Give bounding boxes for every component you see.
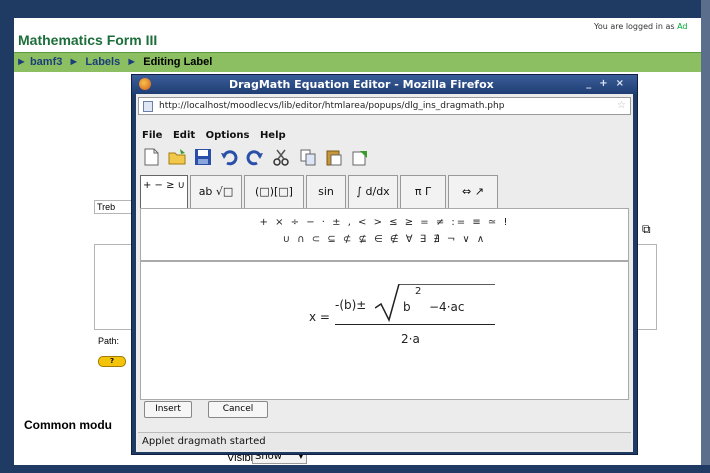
desktop-frame-right [701,0,710,473]
tab-greek[interactable]: π Γ [400,175,446,209]
equation-lhs: x = [309,310,330,324]
screen: You are logged in as Ad Mathematics Form… [0,0,710,473]
editor-area-right[interactable] [637,244,657,330]
course-title: Mathematics Form III [18,32,158,48]
tab-fractions[interactable]: ab √□ [190,175,242,209]
symbol-palette: + × ÷ − · ± , < > ≤ ≥ = ≠ := ≡ ≃ ! ∪ ∩ ⊂… [140,208,629,261]
help-badge-label: ? [109,357,115,365]
popup-title: DragMath Equation Editor - Mozilla Firef… [229,78,494,91]
popup-titlebar[interactable]: DragMath Equation Editor - Mozilla Firef… [132,75,637,94]
path-label: Path: [98,336,120,346]
export-icon[interactable] [351,148,369,166]
equation-radicand-rest: −4·ac [429,300,465,314]
redo-icon[interactable] [246,148,264,166]
desktop-frame-top [0,0,710,18]
fullscreen-icon[interactable]: ⧉ [642,222,651,237]
url-text: http://localhost/moodlecvs/lib/editor/ht… [159,101,505,111]
menu-edit[interactable]: Edit [173,130,195,141]
palette-row-operators[interactable]: + × ÷ − · ± , < > ≤ ≥ = ≠ := ≡ ≃ ! [141,217,628,228]
insert-button[interactable]: Insert [144,401,192,418]
tab-brackets[interactable]: (□)[□] [244,175,304,209]
desktop-frame-bottom [0,465,710,473]
menu-file[interactable]: File [142,130,162,141]
tab-label: sin [318,185,334,198]
user-link[interactable]: Ad [677,22,687,31]
breadcrumb-separator: ► [126,56,138,68]
breadcrumb: ► bamf3 ► Labels ► Editing Label [14,52,701,72]
status-bar: Applet dragmath started [138,432,631,450]
popup-content: http://localhost/moodlecvs/lib/editor/ht… [136,94,633,452]
help-icon[interactable]: ? [98,356,126,367]
dragmath-popup-window: DragMath Equation Editor - Mozilla Firef… [131,74,638,455]
equation-radicand-exp: 2 [415,286,422,297]
breadcrumb-current: Editing Label [143,56,213,68]
font-select[interactable]: Treb [94,200,134,214]
menu-bar: File Edit Options Help [142,130,293,141]
star-icon[interactable]: ☆ [617,100,626,111]
login-info: You are logged in as Ad [594,22,688,31]
desktop-frame-left [0,0,14,473]
breadcrumb-separator: ► [16,56,27,68]
breadcrumb-item-labels[interactable]: Labels [85,56,120,68]
window-controls[interactable]: _+× [586,78,632,89]
minimize-icon[interactable]: _ [586,78,599,89]
common-modules-heading: Common modu [24,418,112,432]
url-bar[interactable]: http://localhost/moodlecvs/lib/editor/ht… [138,97,631,115]
menu-options[interactable]: Options [206,130,250,141]
new-icon[interactable] [142,148,160,166]
tab-label: ∫ d/dx [356,185,390,198]
tab-label: + − ≥ ∪ [143,180,185,191]
undo-icon[interactable] [220,148,238,166]
tab-arrows[interactable]: ⇔ ↗ [448,175,498,209]
tab-functions[interactable]: sin [306,175,346,209]
palette-row-sets[interactable]: ∪ ∩ ⊂ ⊆ ⊄ ⊈ ∈ ∉ ∀ ∃ ∄ ¬ ∨ ∧ [141,234,628,245]
tab-label: (□)[□] [255,185,293,198]
toolbar [142,148,372,168]
fraction-bar [335,324,495,325]
breadcrumb-separator: ► [68,56,80,68]
page-icon [143,101,153,112]
breadcrumb-item-course[interactable]: bamf3 [30,56,62,68]
cancel-button[interactable]: Cancel [208,401,268,418]
equation-radicand-base: b [403,300,411,314]
font-select-value: Treb [97,202,116,212]
copy-icon[interactable] [299,148,317,166]
menu-help[interactable]: Help [260,130,286,141]
equation-denominator: 2·a [401,332,420,346]
equation-editor[interactable]: x = -(b)± b 2 −4·ac 2·a [140,261,629,400]
tab-label: π Γ [414,185,432,198]
tab-calculus[interactable]: ∫ d/dx [348,175,398,209]
paste-icon[interactable] [325,148,343,166]
equation-numerator-prefix: -(b)± [335,298,367,312]
maximize-icon[interactable]: + [599,78,615,89]
tab-label: ⇔ ↗ [462,185,484,198]
login-info-text: You are logged in as [594,22,675,31]
close-icon[interactable]: × [616,78,632,89]
tab-label: ab √□ [198,185,234,198]
editor-area-left[interactable] [94,244,134,330]
open-icon[interactable] [168,148,186,166]
tab-operators[interactable]: + − ≥ ∪ [140,175,188,209]
firefox-icon [139,78,151,90]
save-icon[interactable] [194,148,212,166]
status-text: Applet dragmath started [142,436,266,447]
cut-icon[interactable] [272,148,290,166]
